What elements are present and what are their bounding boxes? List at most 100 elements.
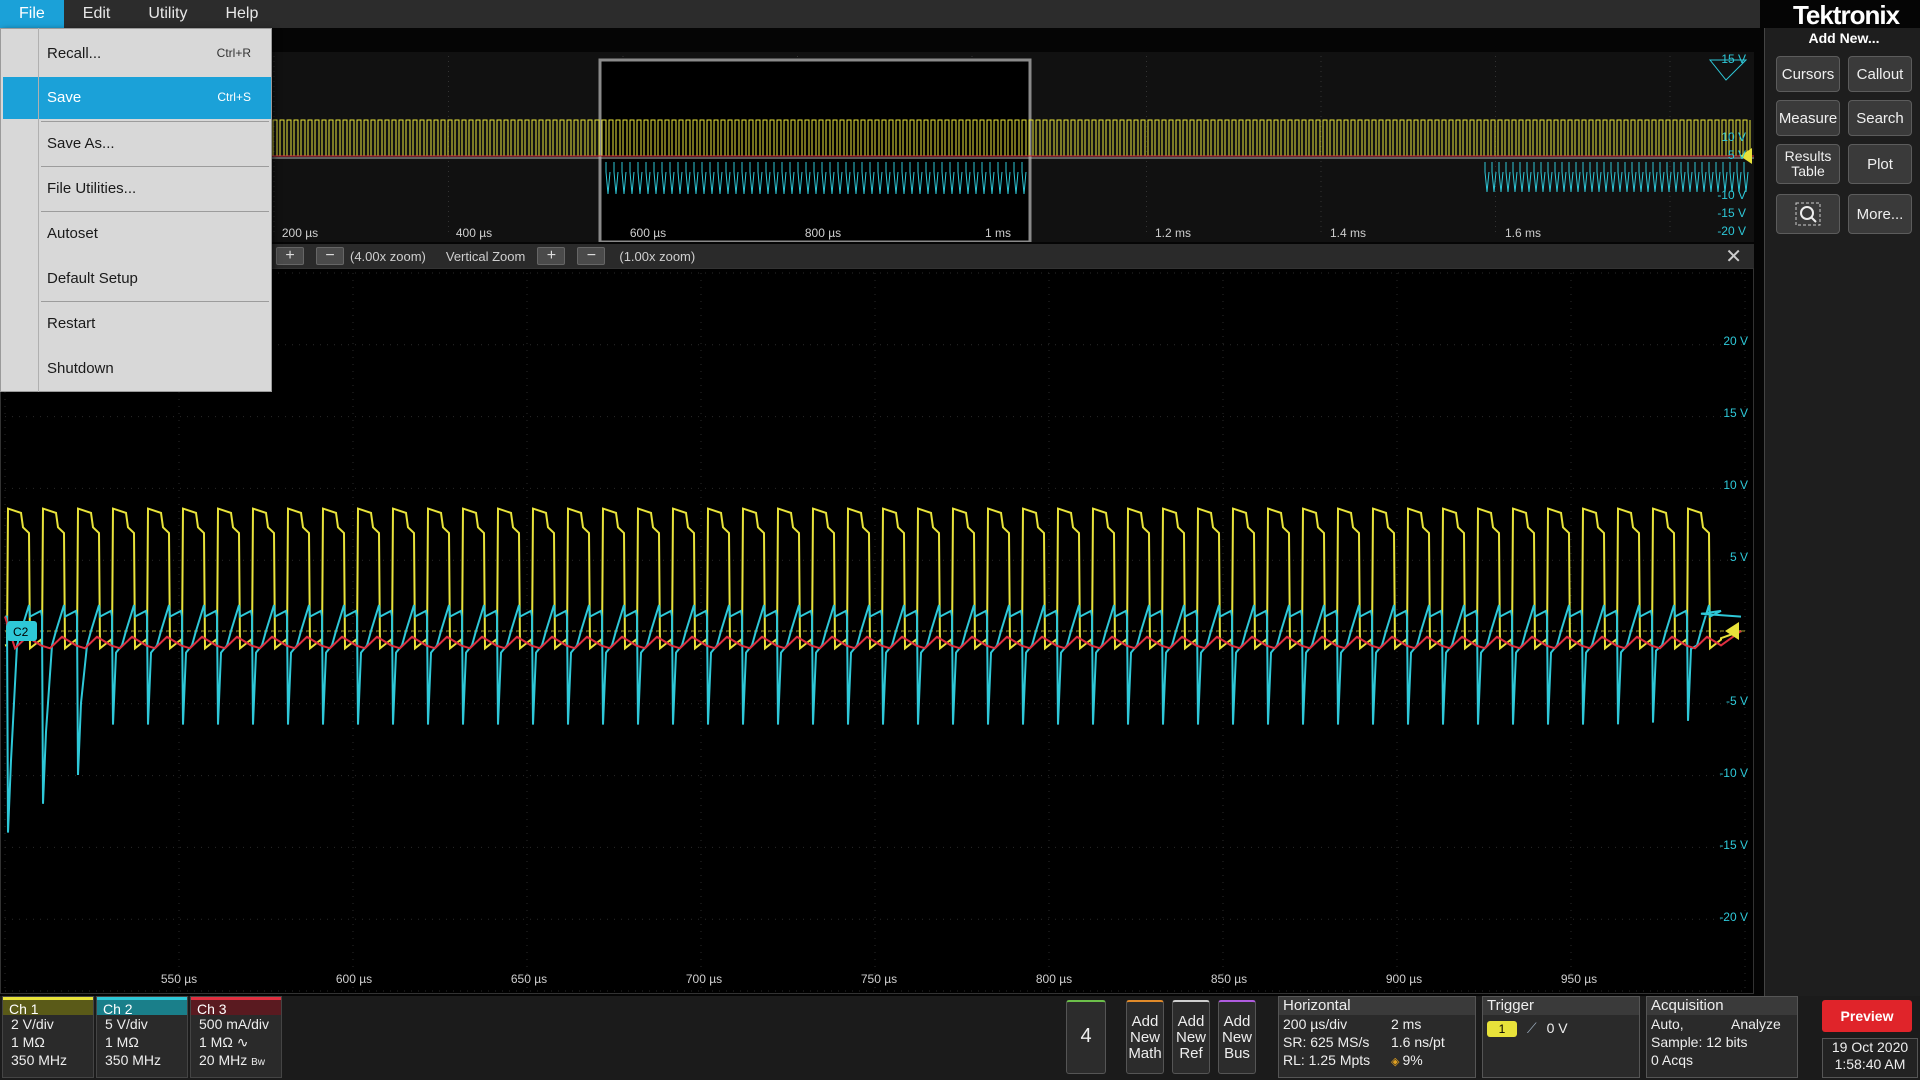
- horizontal-row-2: SR: 625 MS/s 1.6 ns/pt: [1279, 1033, 1475, 1051]
- trigger-badge[interactable]: Trigger 1 ⟋ 0 V: [1482, 996, 1640, 1078]
- channel-2-bandwidth: 350 MHz: [105, 1052, 162, 1068]
- add-bus-line2: New: [1221, 1029, 1252, 1046]
- file-menu: Recall... Ctrl+R Save Ctrl+S Save As... Fi…: [0, 28, 272, 392]
- results-table-button[interactable]: Results Table: [1776, 144, 1840, 184]
- add-new-math-button[interactable]: Add New Math: [1126, 1000, 1164, 1074]
- overview-y-tick-label: -20 V: [1717, 224, 1746, 238]
- horizontal-scale: 200 µs/div: [1283, 1016, 1348, 1032]
- menu-item-save-as[interactable]: Save As...: [3, 123, 271, 165]
- main-y-tick-label: -10 V: [1719, 766, 1748, 780]
- main-ch1-trace: [5, 507, 1742, 651]
- main-y-tick-label: 10 V: [1723, 478, 1748, 492]
- date-time-display[interactable]: 19 Oct 2020 1:58:40 AM: [1822, 1038, 1918, 1078]
- channel-3-badge[interactable]: Ch 3 500 mA/div 1 MΩ ∿ 20 MHz Bw: [190, 996, 282, 1078]
- channel-3-impedance: 1 MΩ: [199, 1034, 233, 1050]
- horizontal-duration: 2 ms: [1391, 1016, 1422, 1032]
- menu-file[interactable]: File: [0, 0, 64, 28]
- main-x-tick-label: 900 µs: [1385, 972, 1423, 986]
- main-x-tick-label: 650 µs: [510, 972, 548, 986]
- main-x-tick-label: 550 µs: [160, 972, 198, 986]
- measure-button[interactable]: Measure: [1776, 100, 1840, 136]
- menu-help[interactable]: Help: [206, 0, 277, 28]
- overview-x-tick-label: 400 µs: [455, 226, 493, 240]
- vertical-zoom-value: (1.00x zoom): [619, 248, 696, 264]
- overview-x-tick-label: 200 µs: [281, 226, 319, 240]
- plot-button[interactable]: Plot: [1848, 144, 1912, 184]
- trigger-row: 1 ⟋ 0 V: [1483, 1015, 1639, 1037]
- search-button[interactable]: Search: [1848, 100, 1912, 136]
- horizontal-position: 9%: [1402, 1052, 1423, 1068]
- overview-y-tick-label: 5 V: [1727, 148, 1746, 162]
- bandwidth-limit-icon: Bw: [251, 1057, 266, 1068]
- overview-x-tick-label: 1 ms: [984, 226, 1011, 240]
- overview-x-tick-label: 1.2 ms: [1154, 226, 1191, 240]
- channel-3-bandwidth: 20 MHz: [199, 1052, 248, 1068]
- channel-3-impedance-row: 1 MΩ ∿: [191, 1033, 281, 1051]
- menu-item-restart[interactable]: Restart: [3, 303, 271, 345]
- horizontal-zoom-value: (4.00x zoom): [350, 248, 426, 264]
- add-new-ref-button[interactable]: Add New Ref: [1172, 1000, 1210, 1074]
- channel-2-impedance: 1 MΩ: [105, 1034, 139, 1050]
- menu-utility[interactable]: Utility: [129, 0, 206, 28]
- menu-item-shutdown[interactable]: Shutdown: [3, 348, 271, 390]
- menu-gutter: [38, 28, 39, 392]
- add-ref-line3: Ref: [1179, 1045, 1203, 1062]
- overview-y-tick-label: 15 V: [1721, 52, 1746, 66]
- add-bus-line3: Bus: [1224, 1045, 1250, 1062]
- brand-logo: Tektronix: [1792, 0, 1900, 30]
- vertical-zoom-in-button[interactable]: +: [537, 247, 566, 265]
- menu-edit[interactable]: Edit: [64, 0, 130, 28]
- menu-item-save[interactable]: Save Ctrl+S: [3, 77, 271, 119]
- overview-plot: [270, 56, 1754, 242]
- zoom-bar: + − (4.00x zoom) Vertical Zoom + − (1.00…: [270, 244, 1754, 268]
- time-label: 1:58:40 AM: [1834, 1056, 1906, 1072]
- main-x-tick-label: 850 µs: [1210, 972, 1248, 986]
- overview-y-tick-label: -15 V: [1717, 206, 1746, 220]
- menu-item-autoset[interactable]: Autoset: [3, 213, 271, 255]
- acquisition-row-1: Auto, Analyze: [1647, 1015, 1797, 1033]
- overview-x-tick-label: 600 µs: [629, 226, 667, 240]
- trigger-level: 0 V: [1546, 1020, 1568, 1036]
- horizontal-zoom-in-button[interactable]: +: [276, 247, 304, 265]
- acquisition-mode: Auto,: [1651, 1016, 1684, 1032]
- add-math-line3: Math: [1128, 1045, 1162, 1062]
- menu-bar: File Edit Utility Help: [0, 0, 1760, 28]
- horizontal-badge[interactable]: Horizontal 200 µs/div 2 ms SR: 625 MS/s 1.…: [1278, 996, 1476, 1078]
- main-y-tick-label: -20 V: [1719, 910, 1748, 924]
- record-length: RL: 1.25 Mpts: [1283, 1052, 1371, 1068]
- channel-1-badge[interactable]: Ch 1 2 V/div 1 MΩ 350 MHz: [2, 996, 94, 1078]
- preview-button[interactable]: Preview: [1822, 1000, 1912, 1032]
- cursors-button[interactable]: Cursors: [1776, 56, 1840, 92]
- rising-edge-icon: ⟋: [1526, 1020, 1537, 1036]
- callout-button[interactable]: Callout: [1848, 56, 1912, 92]
- main-x-tick-label: 700 µs: [685, 972, 723, 986]
- bottom-bar: Ch 1 2 V/div 1 MΩ 350 MHz Ch 2 5 V/div 1…: [0, 996, 1920, 1080]
- horizontal-zoom-out-button[interactable]: −: [316, 247, 344, 265]
- channel-count-button[interactable]: 4: [1066, 1000, 1106, 1074]
- more-button[interactable]: More...: [1848, 194, 1912, 234]
- menu-item-recall[interactable]: Recall... Ctrl+R: [3, 33, 271, 75]
- add-new-bus-button[interactable]: Add New Bus: [1218, 1000, 1256, 1074]
- trigger-title: Trigger: [1483, 997, 1639, 1015]
- main-x-tick-label: 600 µs: [335, 972, 373, 986]
- menu-separator: [41, 166, 269, 167]
- acquisition-badge[interactable]: Acquisition Auto, Analyze Sample: 12 bits…: [1646, 996, 1798, 1078]
- channel-1-bandwidth: 350 MHz: [11, 1052, 68, 1068]
- menu-item-default-setup[interactable]: Default Setup: [3, 258, 271, 300]
- trigger-source-badge: 1: [1487, 1021, 1517, 1037]
- overview-waveform[interactable]: [270, 52, 1754, 242]
- horizontal-row-1: 200 µs/div 2 ms: [1279, 1015, 1475, 1033]
- menu-item-file-utilities[interactable]: File Utilities...: [3, 168, 271, 210]
- vertical-zoom-out-button[interactable]: −: [577, 247, 606, 265]
- main-y-tick-label: 15 V: [1723, 406, 1748, 420]
- overview-x-tick-label: 1.4 ms: [1329, 226, 1366, 240]
- channel-3-label: Ch 3: [191, 997, 281, 1017]
- channel-2-label: Ch 2: [97, 997, 187, 1017]
- channel-3-scale: 500 mA/div: [199, 1016, 270, 1032]
- menu-separator: [41, 121, 269, 122]
- zoom-icon-button[interactable]: [1776, 194, 1840, 234]
- close-zoom-icon[interactable]: ✕: [1725, 244, 1742, 269]
- ac-coupling-icon: ∿: [236, 1034, 249, 1050]
- channel-2-badge[interactable]: Ch 2 5 V/div 1 MΩ 350 MHz: [96, 996, 188, 1078]
- sample-rate: SR: 625 MS/s: [1283, 1034, 1370, 1050]
